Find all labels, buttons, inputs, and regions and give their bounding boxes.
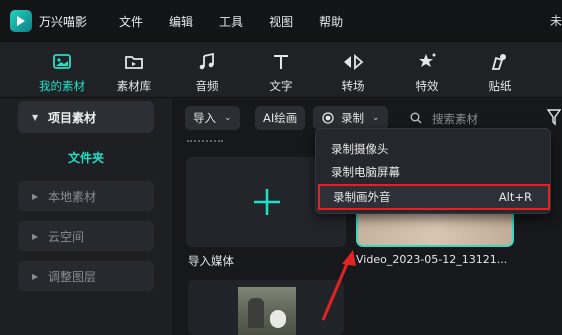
sidebar-item-adjustment-layer[interactable]: ▶ 调整图层	[18, 261, 154, 291]
import-label: 导入	[193, 111, 216, 125]
expand-arrow-icon: ▶	[32, 191, 39, 201]
import-button[interactable]: 导入 ⌄	[185, 106, 240, 130]
menu-file[interactable]: 文件	[119, 13, 143, 30]
my-media-icon	[32, 52, 92, 72]
search-input[interactable]: 搜索素材	[432, 111, 478, 127]
main-toolbar: 我的素材 素材库 音频 文字 转场 特效 贴纸	[0, 42, 562, 98]
chevron-down-icon: ⌄	[372, 113, 380, 123]
effects-icon	[397, 52, 457, 72]
expand-arrow-icon: ▶	[32, 231, 39, 241]
tab-text[interactable]: 文字	[251, 52, 311, 94]
tab-stock-media[interactable]: 素材库	[104, 52, 164, 94]
sidebar-item-label: 项目素材	[48, 110, 97, 125]
project-title-partial: 未	[549, 14, 562, 28]
sidebar-item-cloud-space[interactable]: ▶ 云空间	[18, 221, 154, 251]
menu-item-label: 录制摄像头	[331, 142, 389, 156]
record-icon	[322, 112, 334, 124]
record-label: 录制	[341, 111, 364, 125]
thumbnail-panda	[270, 310, 286, 328]
tab-effects[interactable]: 特效	[397, 52, 457, 94]
menu-item-label: 录制画外音	[333, 190, 391, 204]
divider-dots	[187, 140, 223, 142]
thumbnail-person	[248, 298, 264, 328]
ai-draw-label: AI绘画	[263, 111, 298, 125]
tab-label: 贴纸	[488, 79, 512, 93]
tab-label: 素材库	[116, 79, 152, 93]
tab-label: 转场	[341, 79, 365, 93]
tab-label: 特效	[415, 79, 439, 93]
collapse-arrow-icon: ▼	[32, 112, 39, 122]
tab-label: 文字	[269, 79, 293, 93]
media-thumbnail[interactable]	[188, 280, 344, 335]
tab-audio[interactable]: 音频	[177, 52, 237, 94]
expand-arrow-icon: ▶	[32, 271, 39, 281]
sidebar-item-label: 调整图层	[48, 269, 97, 284]
sidebar-item-project-media[interactable]: ▼ 项目素材	[18, 101, 154, 133]
sidebar-item-local-media[interactable]: ▶ 本地素材	[18, 181, 154, 211]
title-bar: 万兴喵影 文件 编辑 工具 视图 帮助 未	[0, 0, 562, 42]
sidebar-item-label: 本地素材	[48, 189, 97, 204]
sidebar-item-label: 云空间	[48, 229, 85, 244]
tab-transitions[interactable]: 转场	[323, 52, 383, 94]
sticker-icon	[470, 52, 530, 72]
thumbnail-image	[238, 287, 296, 335]
menu-item-shortcut: Alt+R	[498, 190, 532, 204]
app-logo-icon	[10, 10, 32, 32]
menu-tools[interactable]: 工具	[219, 13, 243, 30]
video-filename: Video_2023-05-12_13121...	[356, 253, 508, 266]
text-icon	[251, 52, 311, 72]
media-sidebar: ▼ 项目素材 文件夹 ▶ 本地素材 ▶ 云空间 ▶ 调整图层	[0, 99, 172, 335]
chevron-down-icon: ⌄	[224, 113, 232, 123]
tab-label: 我的素材	[39, 79, 85, 93]
search-icon	[410, 112, 422, 124]
record-dropdown-menu: 录制摄像头 录制电脑屏幕 录制画外音 Alt+R	[315, 128, 551, 214]
filter-icon[interactable]	[547, 108, 561, 126]
ai-draw-button[interactable]: AI绘画	[255, 106, 306, 130]
import-media-label: 导入媒体	[188, 254, 234, 268]
sidebar-folder[interactable]: 文件夹	[18, 149, 154, 166]
menu-item-label: 录制电脑屏幕	[331, 165, 400, 179]
menu-item-record-voiceover[interactable]: 录制画外音 Alt+R	[318, 184, 550, 210]
music-note-icon	[177, 52, 237, 72]
tab-stickers[interactable]: 贴纸	[470, 52, 530, 94]
transition-icon	[323, 52, 383, 72]
record-button[interactable]: 录制 ⌄	[313, 106, 388, 130]
menu-edit[interactable]: 编辑	[169, 13, 193, 30]
plus-icon	[254, 189, 280, 215]
menu-view[interactable]: 视图	[269, 13, 293, 30]
menu-item-record-webcam[interactable]: 录制摄像头	[316, 138, 550, 160]
tab-label: 音频	[195, 79, 219, 93]
menu-item-record-screen[interactable]: 录制电脑屏幕	[316, 161, 550, 183]
tab-my-media[interactable]: 我的素材	[32, 52, 92, 94]
stock-media-icon	[104, 52, 164, 72]
app-name: 万兴喵影	[39, 14, 88, 29]
menu-help[interactable]: 帮助	[319, 13, 343, 30]
